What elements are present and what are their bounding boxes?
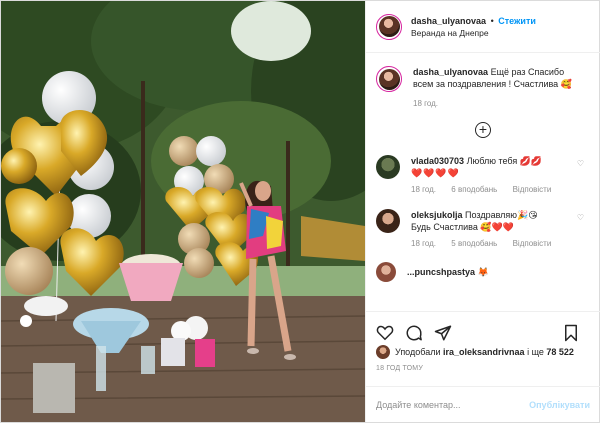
share-paper-plane-icon[interactable] [434,324,452,344]
likes-summary: Уподобали ira_oleksandrivnaa і ще 78 522 [376,345,590,359]
header-text: dasha_ulyanovaa • Стежити Веранда на Дне… [411,15,536,39]
post-header: dasha_ulyanovaa • Стежити Веранда на Дне… [366,1,600,53]
liker-username[interactable]: ira_oleksandrivnaa [443,347,525,357]
comment-username[interactable]: vlada030703 [411,156,464,166]
like-comment-heart-icon[interactable]: ♡ [577,213,584,222]
like-heart-icon[interactable] [376,324,394,343]
post-actions-bar [366,311,600,347]
comment-time[interactable]: 18 год. [411,185,436,194]
likes-prefix: Уподобали [395,347,441,357]
post-side-panel: dasha_ulyanovaa • Стежити Веранда на Дне… [365,1,600,422]
follow-button[interactable]: Стежити [498,16,536,26]
plus-circle-icon: + [475,122,491,138]
commenter-avatar[interactable] [376,209,400,233]
separator-dot: • [490,15,494,26]
add-comment-bar: Додайте коментар... Опублікувати [366,386,600,422]
commenter-avatar[interactable] [376,155,400,179]
bookmark-icon[interactable] [563,324,579,344]
reply-button[interactable]: Відповісти [513,239,552,248]
caption-avatar[interactable] [376,66,402,92]
comment-hearts: ❤️❤️❤️❤️ [411,168,460,178]
caption-time[interactable]: 18 год. [413,98,583,110]
location-link[interactable]: Веранда на Днепре [411,27,536,39]
instagram-post-modal: dasha_ulyanovaa • Стежити Веранда на Дне… [0,0,600,423]
like-comment-heart-icon[interactable]: ♡ [577,159,584,168]
comment-bubble-icon[interactable] [405,324,423,344]
comment-body: ...puncshpastya 🦊 [407,267,489,278]
author-username[interactable]: dasha_ulyanovaa [411,16,486,26]
post-photo-illustration [1,1,365,422]
comment-item: ...puncshpastya 🦊 [376,262,590,282]
comment-input[interactable]: Додайте коментар... [376,400,461,410]
post-time-ago[interactable]: 18 ГОД ТОМУ [376,365,423,372]
commenter-avatar[interactable] [376,262,396,282]
comment-meta: 18 год. 5 вподобань Відповісти [411,238,576,250]
author-avatar[interactable] [376,13,402,40]
likes-connector: і ще [527,347,544,357]
comments-list[interactable]: dasha_ulyanovaa Ещё раз Спасибо всем за … [366,54,600,310]
comment-likes[interactable]: 5 вподобань [451,239,497,248]
comment-text: Люблю тебя 💋💋 [466,156,543,166]
liker-avatar[interactable] [376,345,390,359]
comment-text: 🦊 [477,266,489,277]
comment-text-line2: Будь Счастлива 🥰❤️❤️ [411,222,514,232]
load-more-comments-button[interactable]: + [376,122,590,142]
comment-body: vlada030703 Люблю тебя 💋💋 ❤️❤️❤️❤️ 18 го… [411,155,576,196]
comment-username[interactable]: oleksjukolja [411,210,463,220]
caption-body: dasha_ulyanovaa Ещё раз Спасибо всем за … [413,66,583,110]
post-photo[interactable] [1,1,365,422]
comment-item: oleksjukolja Поздравляю🎉😘 Будь Счастлива… [376,209,590,250]
publish-button[interactable]: Опублікувати [529,400,590,410]
comment-meta: 18 год. 6 вподобань Відповісти [411,184,576,196]
comment-time[interactable]: 18 год. [411,239,436,248]
comment-body: oleksjukolja Поздравляю🎉😘 Будь Счастлива… [411,209,576,250]
likes-count[interactable]: 78 522 [546,347,574,357]
comment-likes[interactable]: 6 вподобань [451,185,497,194]
comment-username[interactable]: ...puncshpastya [407,267,475,277]
caption-username[interactable]: dasha_ulyanovaa [413,67,488,77]
comment-text: Поздравляю🎉😘 [465,210,538,220]
reply-button[interactable]: Відповісти [513,185,552,194]
comment-item: vlada030703 Люблю тебя 💋💋 ❤️❤️❤️❤️ 18 го… [376,155,590,196]
post-caption: dasha_ulyanovaa Ещё раз Спасибо всем за … [376,54,590,110]
